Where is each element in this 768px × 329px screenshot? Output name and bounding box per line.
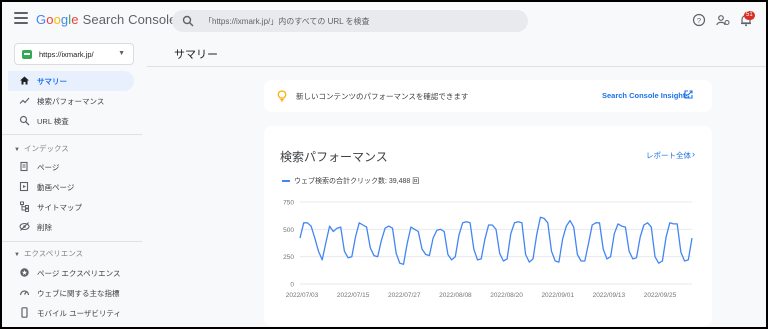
x-tick-label: 2022/08/08 [439, 292, 472, 299]
y-tick-label: 750 [283, 200, 294, 207]
x-tick-label: 2022/07/15 [337, 292, 370, 299]
open-in-new-icon[interactable] [684, 90, 693, 99]
x-tick-label: 2022/09/25 [644, 292, 677, 299]
y-tick-label: 0 [290, 282, 294, 289]
performance-title: 検索パフォーマンス [280, 150, 388, 164]
insights-card: 新しいコンテンツのパフォーマンスを確認できます Search Console I… [264, 80, 712, 112]
sidebar-item-mobile-usability[interactable]: モバイル ユーザビリティ [8, 303, 134, 323]
removal-icon [19, 222, 30, 231]
performance-card: 検索パフォーマンス レポート全体 › ウェブ検索の合計クリック数: 39,488… [264, 126, 712, 326]
product-name: Search Console [82, 12, 177, 27]
sidebar-item-performance[interactable]: 検索パフォーマンス [8, 91, 134, 111]
legend-swatch [282, 180, 290, 183]
page-title: サマリー [174, 49, 218, 61]
y-tick-label: 250 [283, 254, 294, 261]
property-label: https://ixmark.jp/ [39, 50, 94, 59]
x-tick-label: 2022/07/27 [388, 292, 421, 299]
property-selector[interactable]: https://ixmark.jp/ ▼ [14, 43, 134, 65]
svg-text:?: ? [697, 16, 701, 25]
url-inspection-search[interactable] [172, 10, 528, 32]
search-icon[interactable] [182, 15, 194, 27]
notification-badge: 51 [744, 11, 755, 20]
sidebar-divider [2, 134, 142, 135]
sidebar-item-url-inspection[interactable]: URL 検査 [8, 111, 134, 131]
video-pages-icon [19, 181, 29, 192]
search-console-logo[interactable]: Google Search Console [36, 12, 177, 27]
home-icon [20, 76, 29, 85]
manage-users-icon[interactable] [716, 13, 730, 27]
chart-legend: ウェブ検索の合計クリック数: 39,488 回 [282, 176, 419, 186]
x-tick-label: 2022/09/01 [541, 292, 574, 299]
title-divider [147, 66, 766, 67]
full-report-link[interactable]: レポート全体 [646, 150, 691, 161]
search-icon [19, 115, 30, 126]
help-icon[interactable]: ? [692, 13, 706, 27]
caret-down-icon: ▼ [14, 147, 20, 153]
sidebar-item-core-web-vitals[interactable]: ウェブに関する主な指標 [8, 283, 134, 303]
series-line-clicks [299, 216, 693, 265]
sidebar-divider [2, 241, 142, 242]
top-app-bar: GoogleSearch Console ? 51 [2, 2, 766, 38]
trending-icon [19, 97, 30, 104]
section-index-toggle[interactable]: ▼ インデックス [14, 143, 69, 154]
sidebar-item-sitemaps[interactable]: サイトマップ [8, 197, 134, 217]
web-vitals-icon [19, 290, 30, 296]
search-input[interactable] [204, 10, 524, 32]
chevron-right-icon[interactable]: › [692, 149, 695, 159]
page-experience-icon [20, 268, 29, 277]
property-icon [22, 50, 32, 59]
clicks-line-chart: 750 500 250 0 2022/07/03 2022/07/15 2022/07/27… [283, 200, 693, 299]
hamburger-menu-icon[interactable] [14, 12, 28, 26]
section-experience-toggle[interactable]: ▼ エクスペリエンス [14, 248, 83, 259]
pages-icon [20, 161, 28, 172]
sidebar-item-video-pages[interactable]: 動画ページ [8, 177, 134, 197]
caret-down-icon: ▼ [14, 252, 20, 258]
sidebar: https://ixmark.jp/ ▼ サマリー 検索パフォーマンス URL … [2, 38, 142, 327]
insights-message: 新しいコンテンツのパフォーマンスを確認できます [296, 92, 469, 101]
sitemap-icon [20, 201, 29, 212]
dropdown-caret-icon: ▼ [118, 50, 125, 57]
insights-link[interactable]: Search Console Insights [602, 91, 690, 100]
mobile-icon [21, 307, 28, 318]
sidebar-item-removals[interactable]: 削除 [8, 217, 134, 237]
x-tick-label: 2022/07/03 [286, 292, 319, 299]
sidebar-item-pages[interactable]: ページ [8, 157, 134, 177]
lightbulb-icon [277, 90, 287, 102]
y-tick-label: 500 [283, 227, 294, 234]
sidebar-item-summary[interactable]: サマリー [8, 71, 134, 91]
x-tick-label: 2022/09/13 [593, 292, 626, 299]
sidebar-item-page-experience[interactable]: ページ エクスペリエンス [8, 263, 134, 283]
app-window: GoogleSearch Console ? 51 https://ixmark… [0, 0, 768, 329]
x-tick-label: 2022/08/20 [490, 292, 523, 299]
